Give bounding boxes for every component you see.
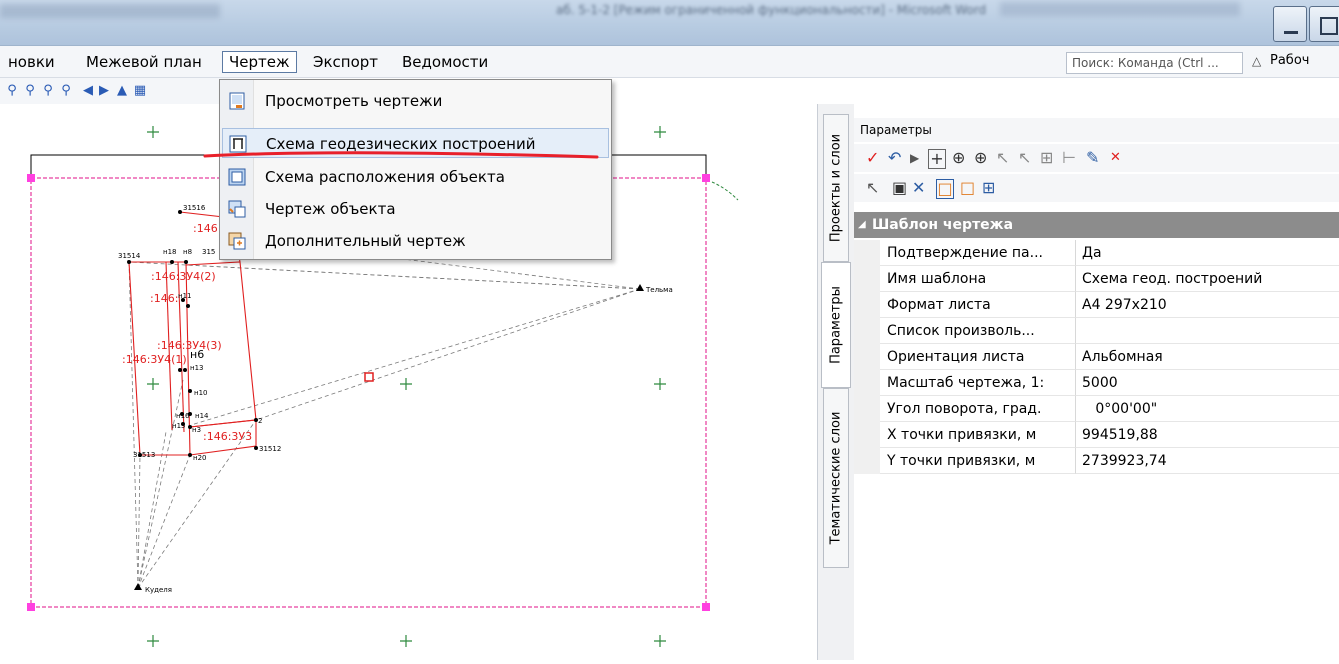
property-value[interactable]: 2739923,74: [1076, 448, 1339, 474]
tab-label: Параметры: [828, 286, 844, 364]
property-row[interactable]: Формат листа А4 297x210: [854, 292, 1339, 318]
cursor-icon[interactable]: ↖: [996, 149, 1009, 167]
property-row[interactable]: Подтверждение па... Да: [854, 240, 1339, 266]
tab-projects-and-layers[interactable]: Проекты и слои: [823, 114, 849, 262]
collapse-triangle-icon[interactable]: ◢: [858, 212, 866, 238]
row-gutter: [854, 448, 880, 474]
row-gutter: [854, 318, 880, 344]
tab-thematic-layers[interactable]: Тематические слои: [823, 388, 849, 568]
parameters-panel: Параметры ✓ ↶ ▶ + ⊕ ⊕ ↖ ↖ ⊞ ⊢ ✎ ✕ ↖ ▣ ✕ …: [854, 104, 1339, 660]
tab-parameters[interactable]: Параметры: [821, 262, 851, 388]
page-icon[interactable]: ▣: [892, 179, 907, 197]
ruler-icon[interactable]: ⊢: [1062, 149, 1076, 167]
tab-label: Тематические слои: [828, 411, 844, 545]
side-tabs: Проекты и слои Параметры Тематические сл…: [818, 104, 854, 660]
check-icon[interactable]: ✓: [866, 149, 879, 167]
property-name: Подтверждение па...: [880, 240, 1076, 266]
property-value[interactable]: Схема геод. построений: [1076, 266, 1339, 292]
property-name: Имя шаблона: [880, 266, 1076, 292]
crosshair-icon[interactable]: +: [928, 149, 946, 169]
delete-icon[interactable]: ✕: [912, 179, 925, 197]
snap-center-icon[interactable]: ⊕: [974, 149, 987, 167]
property-name: Ориентация листа: [880, 344, 1076, 370]
red-underline-annotation: [203, 151, 599, 159]
row-gutter: [854, 292, 880, 318]
property-value[interactable]: Альбомная: [1076, 344, 1339, 370]
property-row[interactable]: Y точки привязки, м 2739923,74: [854, 448, 1339, 474]
property-name: Список произволь...: [880, 318, 1076, 344]
property-row[interactable]: Угол поворота, град. 0°00'00": [854, 396, 1339, 422]
property-value[interactable]: 5000: [1076, 370, 1339, 396]
property-name: Y точки привязки, м: [880, 448, 1076, 474]
rotate-point-icon[interactable]: □: [960, 179, 975, 197]
cursor-select-icon[interactable]: ↖: [1018, 149, 1031, 167]
move-point-icon[interactable]: ⊞: [982, 179, 995, 197]
property-name: Масштаб чертежа, 1:: [880, 370, 1076, 396]
property-name: Формат листа: [880, 292, 1076, 318]
params-toolbar-row-1: ✓ ↶ ▶ + ⊕ ⊕ ↖ ↖ ⊞ ⊢ ✎ ✕: [854, 144, 1339, 172]
add-point-icon[interactable]: □: [936, 179, 954, 199]
row-gutter: [854, 266, 880, 292]
property-value[interactable]: Да: [1076, 240, 1339, 266]
row-gutter: [854, 370, 880, 396]
close-icon[interactable]: ✕: [1110, 149, 1121, 167]
property-row[interactable]: Масштаб чертежа, 1: 5000: [854, 370, 1339, 396]
pen-icon[interactable]: ✎: [1086, 149, 1099, 167]
tab-label: Проекты и слои: [828, 133, 844, 243]
section-drawing-template[interactable]: ◢ Шаблон чертежа: [854, 212, 1339, 238]
row-gutter: [854, 422, 880, 448]
property-value[interactable]: 0°00'00": [1076, 396, 1339, 422]
panel-title: Параметры: [854, 118, 1339, 142]
property-value[interactable]: [1076, 318, 1339, 344]
row-gutter: [854, 396, 880, 422]
snap-point-icon[interactable]: ⊕: [952, 149, 965, 167]
params-toolbar-row-2: ↖ ▣ ✕ □ □ ⊞: [854, 174, 1339, 202]
property-row[interactable]: Список произволь...: [854, 318, 1339, 344]
select-arrow-icon[interactable]: ↖: [866, 179, 879, 197]
property-row[interactable]: Имя шаблона Схема геод. построений: [854, 266, 1339, 292]
next-icon[interactable]: ▶: [910, 149, 919, 167]
row-gutter: [854, 344, 880, 370]
property-name: Угол поворота, град.: [880, 396, 1076, 422]
section-title: Шаблон чертежа: [872, 217, 1014, 233]
property-row[interactable]: X точки привязки, м 994519,88: [854, 422, 1339, 448]
property-value[interactable]: 994519,88: [1076, 422, 1339, 448]
property-value[interactable]: А4 297x210: [1076, 292, 1339, 318]
property-name: X точки привязки, м: [880, 422, 1076, 448]
undo-icon[interactable]: ↶: [888, 149, 901, 167]
row-gutter: [854, 240, 880, 266]
property-row[interactable]: Ориентация листа Альбомная: [854, 344, 1339, 370]
grid-snap-icon[interactable]: ⊞: [1040, 149, 1053, 167]
